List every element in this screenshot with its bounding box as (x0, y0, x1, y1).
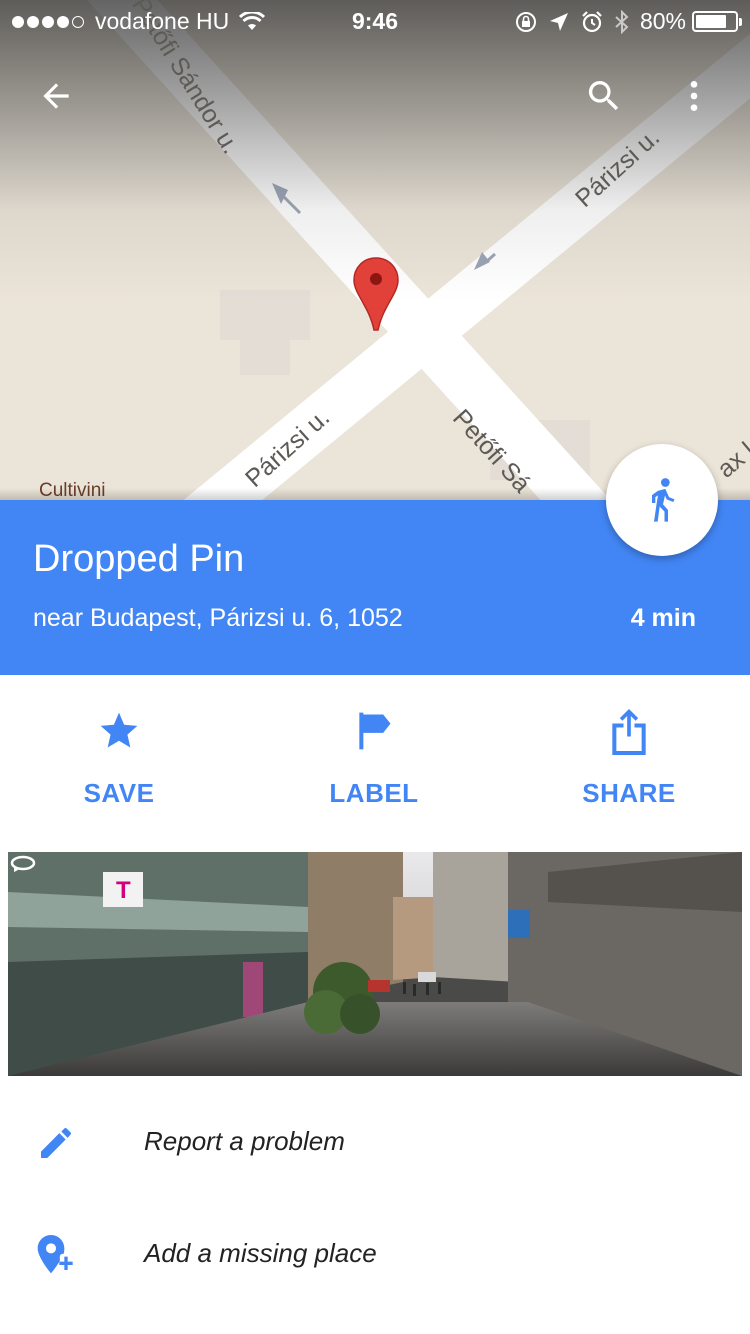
street-view-image: T (8, 852, 742, 1076)
report-problem-item[interactable]: Report a problem (0, 1091, 750, 1191)
share-button[interactable]: SHARE (549, 706, 709, 809)
share-icon (612, 709, 646, 755)
more-options-button[interactable] (670, 72, 718, 120)
back-button[interactable] (32, 72, 80, 120)
map-view[interactable]: Petőfi Sándor u. Párizsi u. Párizsi u. P… (0, 0, 750, 500)
walking-icon (652, 478, 675, 522)
search-button[interactable] (580, 72, 628, 120)
star-icon (100, 712, 138, 748)
rotation-lock-icon (515, 11, 536, 32)
more-vert-icon (690, 81, 698, 111)
search-icon (588, 81, 619, 111)
back-arrow-icon (43, 83, 69, 109)
battery-icon (692, 11, 742, 32)
location-arrow-icon (549, 12, 568, 31)
save-label: SAVE (83, 778, 155, 808)
alarm-icon (582, 10, 602, 32)
place-title: Dropped Pin (33, 538, 245, 580)
add-place-icon (37, 1235, 73, 1274)
save-button[interactable]: SAVE (39, 706, 199, 809)
street-view-thumbnail[interactable]: T (8, 852, 742, 1076)
street-view-360-icon (10, 855, 36, 872)
map-pin-icon[interactable] (352, 256, 400, 334)
share-label: SHARE (582, 778, 676, 808)
pencil-icon (41, 1128, 71, 1158)
label-button[interactable]: LABEL (294, 706, 454, 809)
travel-time: 4 min (630, 604, 696, 632)
add-missing-place-item[interactable]: Add a missing place (0, 1203, 750, 1303)
battery-percent: 80% (639, 8, 686, 34)
flag-icon (359, 712, 391, 750)
label-label: LABEL (329, 778, 419, 808)
place-address: near Budapest, Párizsi u. 6, 1052 (33, 604, 403, 632)
place-actions: SAVE LABEL SHARE (0, 676, 750, 836)
svg-text:T: T (116, 877, 131, 904)
status-bar: vodafone HU 9:46 80% (0, 0, 750, 40)
directions-button[interactable] (606, 444, 718, 556)
report-problem-label: Report a problem (144, 1125, 345, 1156)
bluetooth-icon (615, 9, 629, 34)
add-missing-place-label: Add a missing place (144, 1237, 377, 1268)
